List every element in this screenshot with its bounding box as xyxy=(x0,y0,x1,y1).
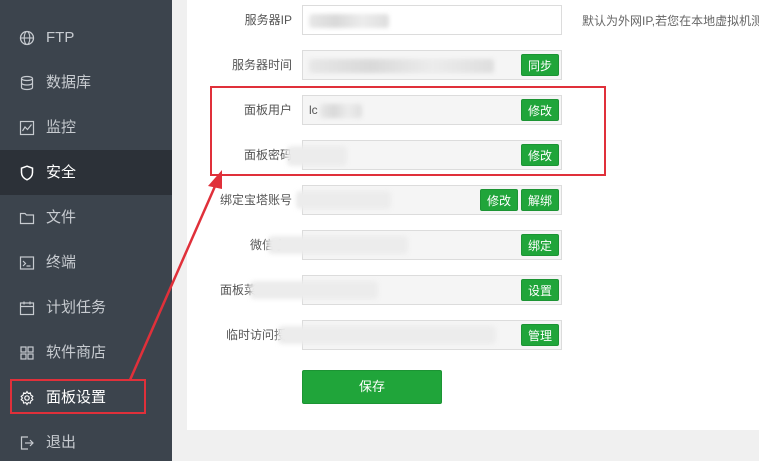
manage-temp-access-button[interactable]: 管理 xyxy=(521,324,560,346)
redaction-mask xyxy=(268,236,408,254)
database-icon xyxy=(19,75,35,91)
sidebar-item-label: 安全 xyxy=(46,164,77,181)
folder-icon xyxy=(19,210,35,226)
shield-icon xyxy=(19,164,35,181)
edit-account-button[interactable]: 修改 xyxy=(480,189,519,211)
sidebar-item-label: 文件 xyxy=(46,209,77,226)
server-ip-label: 服务器IP xyxy=(244,13,292,27)
sidebar-item-label: FTP xyxy=(46,29,75,46)
logout-icon xyxy=(19,435,35,451)
redaction-mask xyxy=(250,281,378,299)
sidebar-item-logout[interactable]: 退出 xyxy=(0,420,172,461)
unbind-account-button[interactable]: 解绑 xyxy=(521,189,560,211)
globe-icon xyxy=(19,30,35,46)
server-time-label: 服务器时间 xyxy=(231,58,292,72)
sidebar-item-database[interactable]: 数据库 xyxy=(0,60,172,105)
sidebar-item-files[interactable]: 文件 xyxy=(0,195,172,240)
monitor-icon xyxy=(19,120,35,136)
sidebar-item-label: 监控 xyxy=(46,119,77,136)
sidebar-item-terminal[interactable]: 终端 xyxy=(0,240,172,285)
sidebar-item-label: 终端 xyxy=(46,254,77,271)
sidebar-item-label: 软件商店 xyxy=(46,344,107,361)
sync-time-button[interactable]: 同步 xyxy=(521,54,560,76)
redaction-mask xyxy=(296,191,391,209)
grid-icon xyxy=(19,345,35,361)
sidebar-item-label: 数据库 xyxy=(46,74,92,91)
save-button[interactable]: 保存 xyxy=(302,370,442,404)
redaction-mask xyxy=(278,326,496,344)
sidebar-item-label: 计划任务 xyxy=(46,299,107,316)
highlight-box-panel-settings xyxy=(10,379,146,414)
calendar-icon xyxy=(19,300,35,316)
sidebar-item-security[interactable]: 安全 xyxy=(0,150,172,195)
server-ip-input[interactable] xyxy=(302,5,562,35)
temp-access-label: 临时访问授 xyxy=(225,328,286,342)
panel-menu-label: 面板菜 xyxy=(219,283,256,297)
sidebar-item-monitor[interactable]: 监控 xyxy=(0,105,172,150)
highlight-box-credentials xyxy=(210,86,606,176)
bind-account-label: 绑定宝塔账号 xyxy=(219,193,292,207)
sidebar-item-cron[interactable]: 计划任务 xyxy=(0,285,172,330)
server-ip-hint: 默认为外网IP,若您在本地虚拟机测 xyxy=(582,14,759,28)
bind-wechat-button[interactable]: 绑定 xyxy=(521,234,560,256)
panel-menu-settings-button[interactable]: 设置 xyxy=(521,279,560,301)
terminal-icon xyxy=(19,255,35,271)
sidebar-item-label: 退出 xyxy=(46,434,77,451)
sidebar-item-app-store[interactable]: 软件商店 xyxy=(0,330,172,375)
sidebar-item-ftp[interactable]: FTP xyxy=(0,15,172,60)
